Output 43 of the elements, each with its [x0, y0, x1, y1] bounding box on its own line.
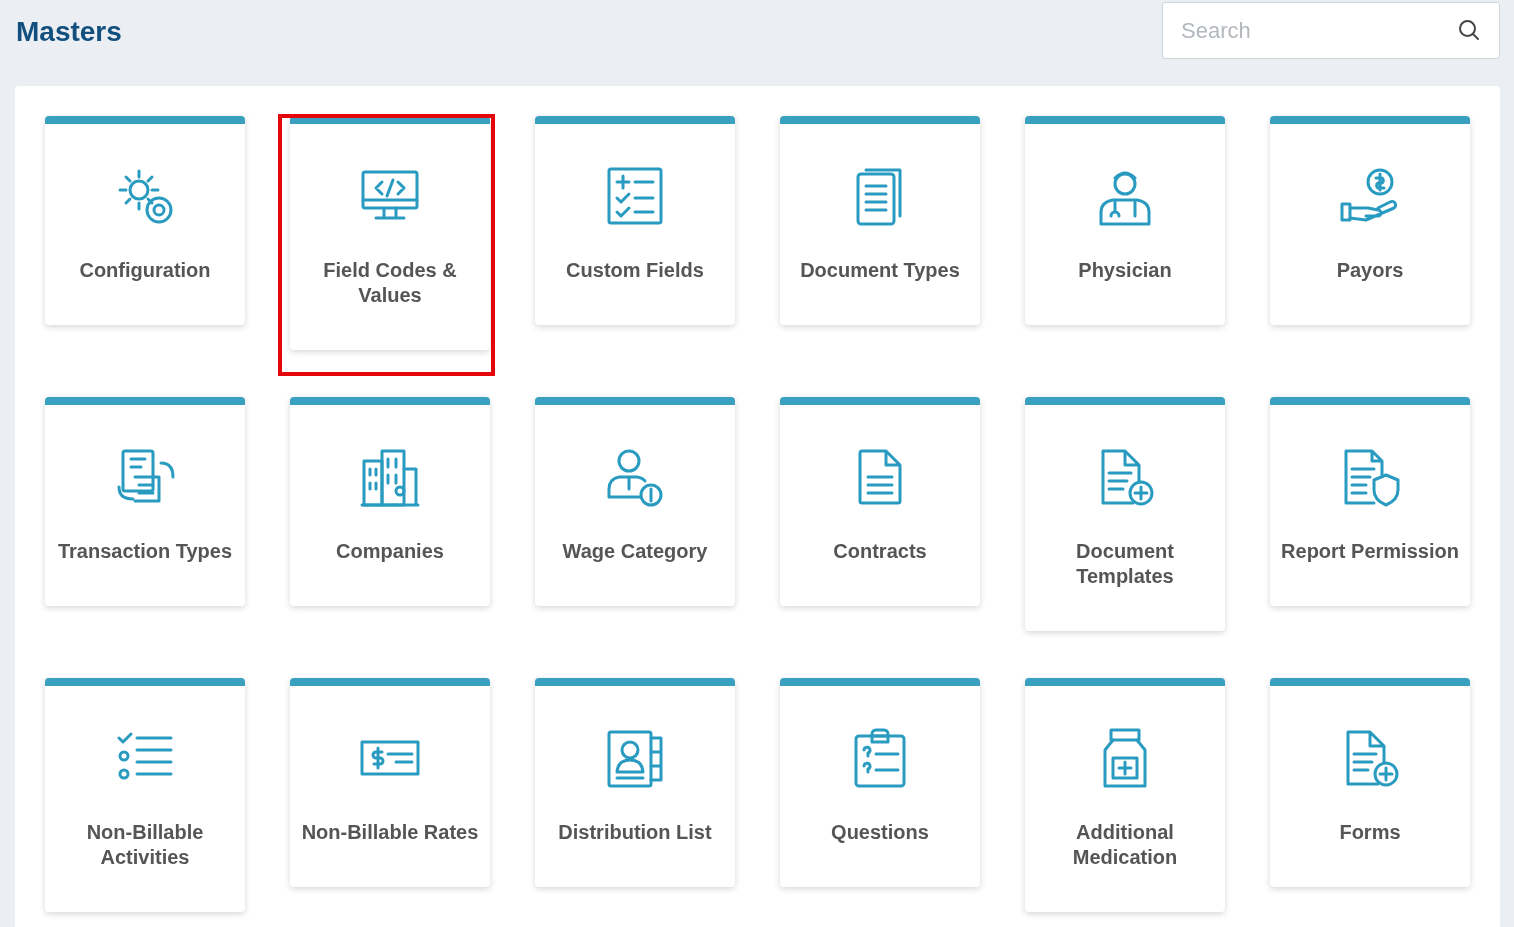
- master-tile[interactable]: Configuration: [45, 116, 245, 325]
- page-title: Masters: [16, 16, 122, 48]
- master-tile[interactable]: Non-Billable Activities: [45, 678, 245, 912]
- checklist-icon: [605, 166, 665, 226]
- tile-label: Configuration: [79, 258, 211, 283]
- tile-label: Custom Fields: [566, 258, 704, 283]
- contact-book-icon: [605, 728, 665, 788]
- tile-label: Contracts: [833, 539, 927, 564]
- master-tile[interactable]: Companies: [290, 397, 490, 606]
- master-tile[interactable]: Wage Category: [535, 397, 735, 606]
- tile-label: Field Codes & Values: [322, 258, 458, 308]
- search-icon: [1458, 19, 1480, 41]
- tile-label: Report Permission: [1281, 539, 1459, 564]
- buildings-icon: [360, 447, 420, 507]
- master-tile[interactable]: Non-Billable Rates: [290, 678, 490, 887]
- tile-label: Document Templates: [1075, 539, 1175, 589]
- tile-label: Forms: [1339, 820, 1401, 845]
- master-tile[interactable]: Field Codes & Values: [290, 116, 490, 350]
- tile-label: Non-Billable Activities: [85, 820, 205, 870]
- tile-label: Distribution List: [558, 820, 712, 845]
- master-tile[interactable]: Distribution List: [535, 678, 735, 887]
- master-tile[interactable]: Custom Fields: [535, 116, 735, 325]
- master-tile[interactable]: Forms: [1270, 678, 1470, 887]
- master-tile[interactable]: Additional Medication: [1025, 678, 1225, 912]
- search-field[interactable]: Search: [1162, 2, 1500, 59]
- master-tile[interactable]: Document Types: [780, 116, 980, 325]
- master-tile[interactable]: Questions: [780, 678, 980, 887]
- master-tile[interactable]: Document Templates: [1025, 397, 1225, 631]
- tile-label: Physician: [1078, 258, 1172, 283]
- tile-label: Additional Medication: [1071, 820, 1179, 870]
- master-tile[interactable]: Physician: [1025, 116, 1225, 325]
- master-tile[interactable]: Contracts: [780, 397, 980, 606]
- tile-label: Wage Category: [562, 539, 708, 564]
- master-tile[interactable]: Payors: [1270, 116, 1470, 325]
- master-tile[interactable]: Transaction Types: [45, 397, 245, 606]
- tile-label: Transaction Types: [57, 539, 233, 564]
- tile-label: Payors: [1336, 258, 1404, 283]
- tile-label: Document Types: [800, 258, 960, 283]
- person-coin-icon: [605, 447, 665, 507]
- tile-label: Companies: [336, 539, 444, 564]
- tile-label: Questions: [831, 820, 929, 845]
- master-tile[interactable]: Report Permission: [1270, 397, 1470, 606]
- tile-label: Non-Billable Rates: [301, 820, 479, 845]
